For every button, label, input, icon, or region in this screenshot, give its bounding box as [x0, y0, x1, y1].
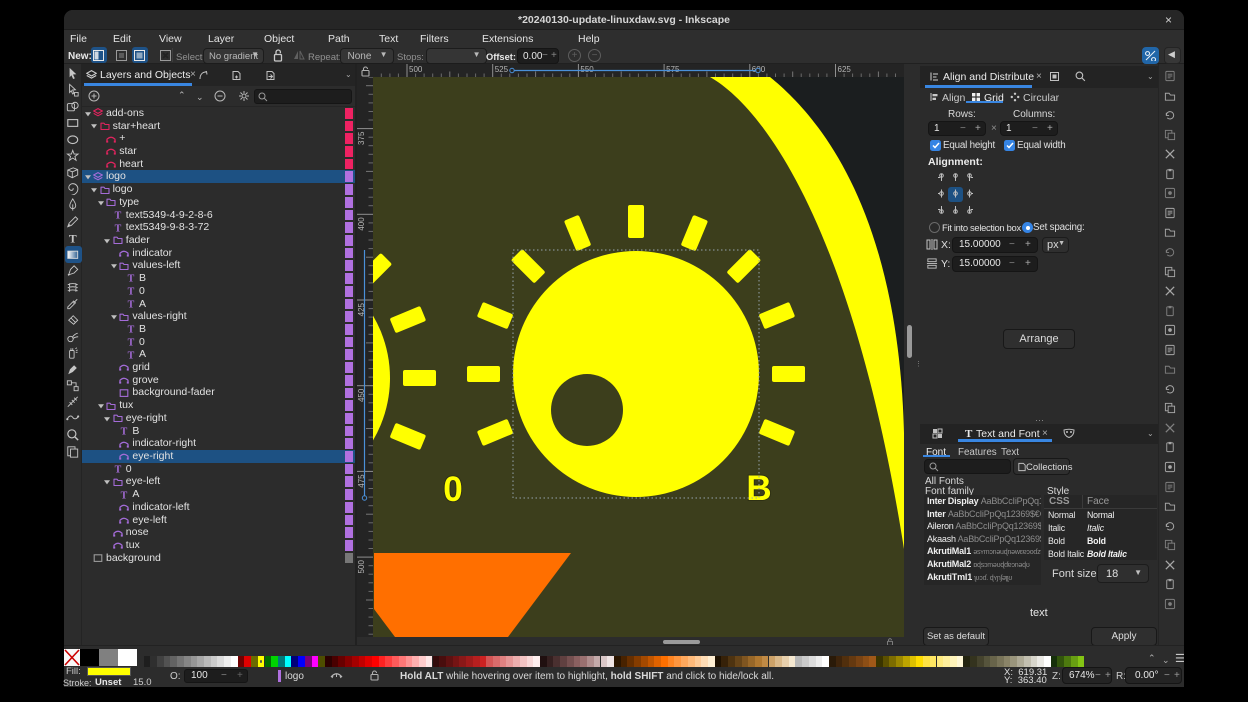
svg-text:625: 625 [838, 65, 852, 74]
svg-text:T: T [128, 287, 135, 296]
svg-text:575: 575 [666, 65, 680, 74]
svg-text:T: T [128, 350, 135, 359]
svg-text:525: 525 [495, 65, 509, 74]
svg-text:T: T [114, 210, 121, 219]
svg-text:550: 550 [580, 65, 594, 74]
svg-text:T: T [114, 223, 121, 232]
svg-text:T: T [121, 426, 128, 435]
svg-text:T: T [128, 274, 135, 283]
svg-text:T: T [128, 338, 135, 347]
svg-text:500: 500 [409, 65, 423, 74]
svg-text:0: 0 [443, 470, 462, 509]
svg-text:T: T [128, 299, 135, 308]
svg-text:500: 500 [357, 560, 366, 574]
svg-text:T: T [114, 465, 121, 474]
svg-text:400: 400 [357, 217, 366, 231]
svg-text:T: T [128, 325, 135, 334]
svg-text:T: T [69, 232, 77, 244]
svg-text:T: T [121, 490, 128, 499]
svg-text:375: 375 [357, 131, 366, 145]
